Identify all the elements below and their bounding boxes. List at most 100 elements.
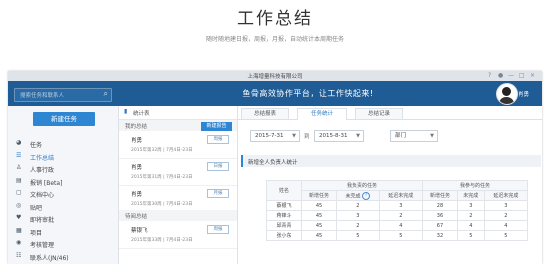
table-row: 蒋锋斗 45 3 2 36 2 2 [266, 210, 529, 221]
sidebar-item[interactable]: ◕ 任务 [8, 138, 118, 149]
app-window: 上海增量科技有限公司 ? ● — □ × 搜索任务和联系人 ⌕ 鱼骨高效协作平台… [8, 71, 542, 264]
owned-subheader: 未完成 ? [336, 190, 380, 201]
list-item-name: 肖勇 [131, 138, 143, 144]
list-item-name: 肖勇 [131, 192, 143, 198]
target-icon: ◉ [16, 239, 22, 246]
avatar[interactable] [496, 83, 518, 105]
project-icon: ▦ [16, 226, 22, 234]
sidebar-item[interactable]: ▤ 报销 [Beta] [8, 176, 118, 187]
row-name: 邱青青 [266, 220, 302, 231]
list-item-date: 2015年第33周 | 7月4日-23日 [131, 238, 193, 243]
row-value: 4 [378, 220, 423, 231]
summary-list-panel: ▮ 统计表 我的总结 新建报告 肖勇 2015年第32周 | 7月4日-23日 周报… [119, 106, 238, 264]
joined-subheader: 新增任务 [421, 190, 458, 201]
owned-tasks-header: 我负责的任务 [301, 180, 423, 191]
to-label: 到 [304, 134, 310, 140]
my-summary-label: 我的总结 [125, 124, 148, 130]
col-name-header: 姓名 [266, 180, 302, 201]
list-item[interactable]: 肖勇 2015年第31周 | 7月4日-23日 日报 [119, 159, 237, 186]
chevron-down-icon: ▼ [430, 133, 434, 139]
row-value: 28 [421, 200, 458, 211]
list-item-date: 2015年第30周 | 7月4日-23日 [131, 202, 193, 207]
close-icon[interactable]: × [530, 72, 535, 79]
row-value: 36 [421, 210, 458, 221]
date-to-select[interactable]: 2015-8-31 ▼ [314, 130, 364, 142]
row-value: 4 [456, 220, 485, 231]
status-dot-icon[interactable]: ● [498, 72, 503, 79]
row-value: 45 [301, 210, 337, 221]
row-name: 张小东 [266, 230, 302, 241]
list-item-date: 2015年第31周 | 7月4日-23日 [131, 175, 193, 180]
new-report-button[interactable]: 新建报告 [201, 122, 232, 131]
sidebar-item-label: 工作总结 [30, 154, 55, 162]
sidebar-item-label: 贴吧 [30, 204, 43, 212]
receipt-icon: ▤ [16, 176, 22, 184]
row-value: 45 [301, 200, 337, 211]
row-value: 45 [301, 230, 337, 241]
chart-icon: ▮ [124, 108, 128, 115]
joined-subheader: 未完成 [456, 190, 485, 201]
owned-subheader-label: 未完成 [345, 193, 361, 199]
sidebar-item[interactable]: ♙ 人事行政 [8, 163, 118, 174]
table-row: 蔡银飞 45 2 3 28 3 3 [266, 200, 529, 211]
tab-summary-report[interactable]: 总结报表 [241, 108, 289, 119]
chevron-down-icon: ▼ [356, 133, 360, 139]
received-label: 待阅总结 [125, 214, 148, 220]
sidebar-item-label: 文档中心 [30, 192, 55, 199]
row-value: 3 [336, 210, 380, 221]
owned-subheader-label: 延迟未完成 [388, 193, 414, 199]
help-icon[interactable]: ? [362, 191, 371, 200]
sidebar-item-label: 即将审批 [30, 217, 55, 224]
contacts-icon: ☷ [16, 251, 22, 259]
date-to-value: 2015-8-31 [319, 133, 348, 139]
main-content: 总结报表 任务统计 总结记录 2015-7-31 ▼ 到 2015-8-31 ▼… [238, 106, 542, 264]
minimize-icon[interactable]: — [508, 72, 514, 79]
maximize-icon[interactable]: □ [519, 72, 525, 79]
list-item-date: 2015年第32周 | 7月4日-23日 [131, 148, 193, 153]
row-value: 2 [483, 210, 529, 221]
tab-summary-records[interactable]: 总结记录 [355, 108, 403, 119]
sidebar-item[interactable]: ♥ 即将审批 [8, 213, 118, 224]
stats-table: 姓名 我负责的任务 我参与的任务 新增任务 未完成 ? 延迟未完成 新增任务 未完成 延迟… [266, 180, 529, 241]
row-value: 5 [336, 230, 380, 241]
received-section: 待阅总结 [119, 210, 237, 221]
sidebar-item[interactable]: ☰ 工作总结 [8, 151, 118, 162]
sidebar-item[interactable]: ▦ 项目 [8, 226, 118, 237]
list-item-tag[interactable]: 周报 [207, 135, 229, 144]
user-name[interactable]: 肖勇 [518, 90, 529, 98]
list-item-tag[interactable]: 日报 [207, 162, 229, 171]
slogan: 鱼骨高效协作平台，让工作快起来! [242, 89, 374, 98]
row-value: 4 [483, 220, 529, 231]
new-task-button[interactable]: 新建任务 [33, 112, 95, 126]
owned-subheader: 新增任务 [301, 190, 337, 201]
search-input[interactable]: 搜索任务和联系人 ⌕ [14, 88, 112, 102]
clock-icon: ◕ [16, 139, 22, 146]
chat-icon: ◎ [16, 201, 22, 209]
date-from-select[interactable]: 2015-7-31 ▼ [250, 130, 300, 142]
row-value: 45 [301, 220, 337, 231]
joined-tasks-header: 我参与的任务 [421, 180, 529, 191]
row-value: 2 [378, 210, 423, 221]
list-item-tag[interactable]: 月报 [207, 189, 229, 198]
row-value: 5 [483, 230, 529, 241]
row-value: 32 [421, 230, 458, 241]
list-item[interactable]: 蔡银飞 2015年第33周 | 7月4日-23日 周报 [119, 222, 237, 249]
tab-bar: 总结报表 任务统计 总结记录 [238, 106, 542, 120]
list-item[interactable]: 肖勇 2015年第32周 | 7月4日-23日 周报 [119, 132, 237, 159]
sidebar-item[interactable]: ▢ 文档中心 [8, 188, 118, 199]
row-name: 蔡银飞 [266, 200, 302, 211]
date-from-value: 2015-7-31 [255, 133, 284, 139]
sidebar: 新建任务 ◕ 任务 ☰ 工作总结 ♙ 人事行政 ▤ 报销 [Beta] ▢ 文档中心 ◎ 贴吧 ♥ 即将审… [8, 106, 119, 264]
help-icon[interactable]: ? [488, 72, 491, 79]
department-select[interactable]: 部门 ▼ [390, 130, 438, 142]
document-icon: ☰ [16, 151, 22, 159]
department-value: 部门 [395, 133, 407, 139]
sidebar-item-label: 项目 [30, 229, 43, 237]
sidebar-item[interactable]: ◎ 贴吧 [8, 201, 118, 212]
list-item-tag[interactable]: 周报 [207, 225, 229, 234]
list-item[interactable]: 肖勇 2015年第30周 | 7月4日-23日 月报 [119, 186, 237, 213]
tab-task-stats[interactable]: 任务统计 [297, 108, 347, 120]
sidebar-item[interactable]: ◉ 考核管理 [8, 238, 118, 249]
list-item-name: 肖勇 [131, 165, 143, 171]
sidebar-item[interactable]: ☷ 联系人(JN/46) [8, 251, 118, 262]
